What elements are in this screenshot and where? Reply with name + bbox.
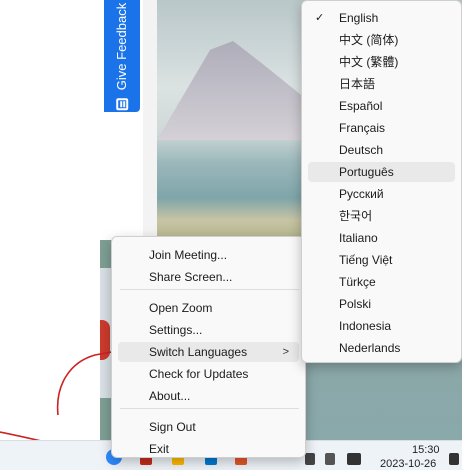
notification-icon[interactable]: [449, 453, 459, 465]
menu-item-check-for-updates[interactable]: Check for Updates: [118, 364, 299, 384]
language-label: Français: [339, 121, 386, 135]
volume-icon[interactable]: [325, 453, 335, 465]
menu-item-label: Exit: [149, 442, 170, 456]
language-label: Polski: [339, 297, 372, 311]
menu-item-label: Share Screen...: [149, 270, 233, 284]
language-label: 한국어: [339, 209, 373, 223]
language-option[interactable]: Türkçe: [308, 272, 455, 292]
language-label: Tiếng Việt: [339, 253, 393, 267]
language-label: 中文 (繁體): [339, 55, 399, 69]
checkmark-icon: ✓: [315, 12, 325, 24]
clock-time[interactable]: 15:30: [412, 444, 440, 456]
menu-item-label: Switch Languages: [149, 345, 248, 359]
clock-date[interactable]: 2023-10-26: [380, 458, 436, 470]
menu-item-label: Join Meeting...: [149, 248, 228, 262]
language-option[interactable]: Tiếng Việt: [308, 250, 455, 270]
language-label: Türkçe: [339, 275, 376, 289]
menu-item-label: Check for Updates: [149, 367, 249, 381]
language-label: Italiano: [339, 231, 378, 245]
menu-item-label: Sign Out: [149, 420, 196, 434]
language-submenu: ✓ English 中文 (简体) 中文 (繁體) 日本語 Español Français…: [301, 0, 462, 363]
language-option[interactable]: 日本語: [308, 74, 455, 94]
menu-item-join-meeting[interactable]: Join Meeting...: [118, 245, 299, 265]
menu-item-sign-out[interactable]: Sign Out: [118, 417, 299, 437]
language-label: English: [339, 11, 379, 25]
language-option[interactable]: 中文 (简体): [308, 30, 455, 50]
battery-icon[interactable]: [347, 453, 361, 465]
menu-item-switch-languages[interactable]: Switch Languages >: [118, 342, 299, 362]
menu-separator: [120, 408, 299, 409]
menu-item-about[interactable]: About...: [118, 386, 299, 406]
menu-item-label: About...: [149, 389, 191, 403]
language-option[interactable]: Русский: [308, 184, 455, 204]
language-label: Español: [339, 99, 383, 113]
language-option[interactable]: 한국어: [308, 206, 455, 226]
language-option[interactable]: ✓ English: [308, 8, 455, 28]
language-option[interactable]: Português: [308, 162, 455, 182]
language-label: 日本語: [339, 77, 376, 91]
menu-item-share-screen[interactable]: Share Screen...: [118, 267, 299, 287]
language-label: Русский: [339, 187, 384, 201]
menu-item-label: Open Zoom: [149, 301, 213, 315]
menu-item-label: Settings...: [149, 323, 203, 337]
menu-item-settings[interactable]: Settings...: [118, 320, 299, 340]
network-icon[interactable]: [305, 453, 315, 465]
language-option[interactable]: 中文 (繁體): [308, 52, 455, 72]
language-option[interactable]: Nederlands: [308, 338, 455, 358]
language-option[interactable]: Italiano: [308, 228, 455, 248]
language-label: Nederlands: [339, 341, 401, 355]
zoom-context-menu: Join Meeting... Share Screen... Open Zoom S…: [111, 236, 306, 458]
language-option[interactable]: Deutsch: [308, 140, 455, 160]
language-label: Deutsch: [339, 143, 384, 157]
menu-item-exit[interactable]: Exit: [118, 439, 299, 459]
language-option[interactable]: Español: [308, 96, 455, 116]
language-option[interactable]: Polski: [308, 294, 455, 314]
chevron-right-icon: >: [282, 346, 289, 358]
menu-separator: [120, 289, 299, 290]
language-label: Indonesia: [339, 319, 392, 333]
language-option[interactable]: Français: [308, 118, 455, 138]
language-label: 中文 (简体): [339, 33, 399, 47]
language-option[interactable]: Indonesia: [308, 316, 455, 336]
language-label: Português: [339, 165, 394, 179]
menu-item-open-zoom[interactable]: Open Zoom: [118, 298, 299, 318]
